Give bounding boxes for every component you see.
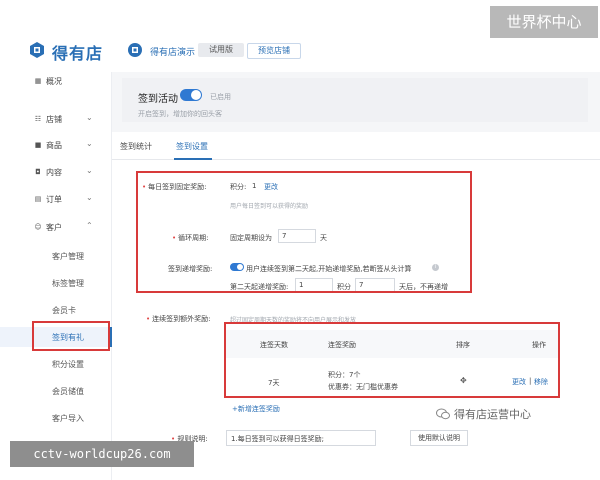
grid-icon: ▦ bbox=[34, 77, 42, 85]
sidebar-subitem-member-balance[interactable]: 会员储值 bbox=[0, 381, 112, 401]
watermark-top-right: 世界杯中心 bbox=[490, 6, 598, 38]
sidebar-item-goods[interactable]: ■ 商品 ⌄ bbox=[0, 136, 112, 156]
wechat-icon bbox=[436, 408, 450, 420]
sidebar: ▦ 概况 ☷ 店铺 ⌄ ■ 商品 ⌄ ◘ 内容 ⌄ ▤ 订单 ⌄ ☺ 客户 ⌃ … bbox=[0, 72, 112, 480]
trial-badge: 试用版 bbox=[198, 43, 244, 57]
sidebar-subitem-points-settings[interactable]: 积分设置 bbox=[0, 354, 112, 374]
sidebar-item-customers[interactable]: ☺ 客户 ⌃ bbox=[0, 218, 112, 238]
shop-name[interactable]: 得有店演示 bbox=[150, 45, 195, 58]
sidebar-subitem-member-card[interactable]: 会员卡 bbox=[0, 300, 112, 320]
chevron-up-icon: ⌃ bbox=[86, 221, 93, 230]
extra-reward-label: • 连续签到额外奖励: bbox=[146, 315, 211, 323]
customer-icon: ☺ bbox=[34, 223, 42, 231]
chevron-down-icon: ⌄ bbox=[86, 166, 93, 175]
sidebar-item-content[interactable]: ◘ 内容 ⌄ bbox=[0, 163, 112, 183]
tab-checkin-stats[interactable]: 签到统计 bbox=[120, 141, 152, 152]
store-icon: ☷ bbox=[34, 115, 42, 123]
tab-bar: 签到统计 签到设置 bbox=[112, 132, 600, 160]
brand-logo-icon bbox=[30, 42, 44, 58]
sidebar-subitem-tag-management[interactable]: 标签管理 bbox=[0, 273, 112, 293]
add-streak-reward-link[interactable]: +新增连签奖励 bbox=[232, 404, 280, 414]
chevron-down-icon: ⌄ bbox=[86, 113, 93, 122]
activity-card: 签到活动 已启用 开启签到，增加你的回头客 bbox=[122, 78, 588, 122]
sidebar-item-store[interactable]: ☷ 店铺 ⌄ bbox=[0, 110, 112, 130]
watermark-bottom-left: cctv-worldcup26.com bbox=[10, 441, 194, 467]
activity-status: 已启用 bbox=[210, 93, 231, 101]
activity-toggle[interactable] bbox=[180, 89, 202, 101]
activity-description: 开启签到，增加你的回头客 bbox=[138, 110, 222, 118]
brand-name: 得有店 bbox=[52, 44, 104, 63]
content-icon: ◘ bbox=[35, 168, 41, 176]
highlight-box-sidebar bbox=[32, 321, 110, 351]
activity-title: 签到活动 bbox=[138, 94, 178, 105]
order-icon: ▤ bbox=[34, 195, 42, 203]
wechat-watermark: 得有店运营中心 bbox=[436, 406, 531, 422]
sidebar-subitem-customer-import[interactable]: 客户导入 bbox=[0, 408, 112, 428]
highlight-box-table bbox=[224, 322, 560, 398]
highlight-box-form bbox=[136, 171, 472, 293]
rules-textarea[interactable]: 1.每日签到可以获得日签奖励; bbox=[226, 430, 376, 446]
tab-checkin-settings[interactable]: 签到设置 bbox=[176, 141, 208, 152]
shop-logo-icon bbox=[128, 43, 142, 57]
sidebar-item-orders[interactable]: ▤ 订单 ⌄ bbox=[0, 190, 112, 210]
preview-shop-button[interactable]: 预览店铺 bbox=[247, 43, 301, 59]
chevron-down-icon: ⌄ bbox=[86, 193, 93, 202]
chevron-down-icon: ⌄ bbox=[86, 139, 93, 148]
sidebar-subitem-customer-management[interactable]: 客户管理 bbox=[0, 246, 112, 266]
sidebar-item-overview[interactable]: ▦ 概况 bbox=[0, 72, 112, 92]
goods-icon: ■ bbox=[34, 141, 42, 149]
toggle-knob bbox=[191, 90, 201, 100]
use-default-rules-button[interactable]: 使用默认说明 bbox=[410, 430, 468, 446]
